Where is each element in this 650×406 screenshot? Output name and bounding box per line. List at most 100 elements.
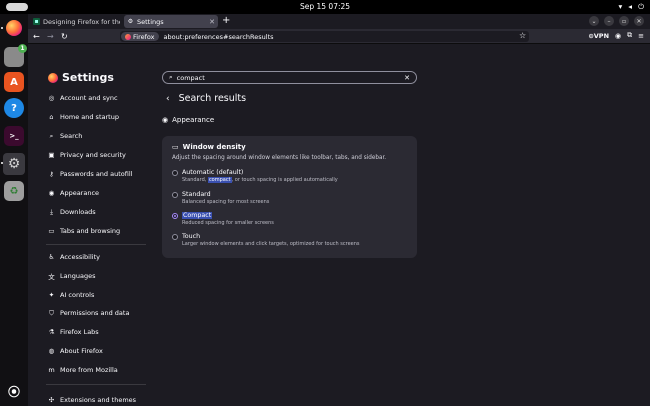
tab-bar: ▪ Designing Firefox for the ✕ ⚙ Settings…: [28, 14, 650, 29]
sidebar-item-tabs-and-browsing[interactable]: ▭ Tabs and browsing: [48, 227, 120, 235]
sidebar-item-about-firefox[interactable]: ◍ About Firefox: [48, 347, 103, 355]
sidebar-item-permissions-and-data[interactable]: ⛉ Permissions and data: [48, 309, 129, 318]
tab-title: Settings: [137, 17, 164, 26]
sidebar-item-more-from-mozilla[interactable]: m More from Mozilla: [48, 366, 118, 374]
sidebar-item-appearance[interactable]: ◉ Appearance: [48, 189, 99, 197]
firefox-dock-icon[interactable]: [4, 18, 24, 38]
extensions-icon[interactable]: ⧉: [627, 31, 632, 40]
site-favicon-icon: ▪: [33, 18, 40, 25]
sidebar-item-label: Accessibility: [60, 253, 100, 261]
window-density-description: Adjust the spacing around window element…: [172, 155, 387, 161]
sidebar-item-label: Passwords and autofill: [60, 170, 133, 178]
key-icon: ⚷: [49, 170, 54, 178]
radio-standard[interactable]: [172, 192, 178, 198]
radio-compact[interactable]: [172, 213, 178, 219]
tab-list-icon[interactable]: ⌄: [589, 16, 599, 26]
sidebar-item-extensions-and-themes[interactable]: ✣ Extensions and themes: [48, 396, 136, 404]
help-dock-icon[interactable]: ?: [4, 98, 24, 118]
settings-brand: Settings: [48, 71, 114, 84]
vpn-label: VPN: [593, 31, 610, 40]
translate-icon: 文: [48, 273, 55, 281]
sidebar-item-home-and-startup[interactable]: ⌂ Home and startup: [48, 113, 119, 121]
navigation-toolbar: ← → ↻ Firefox about:preferences#searchRe…: [28, 29, 650, 44]
radio-automatic[interactable]: [172, 170, 178, 176]
firefox-icon: [125, 33, 131, 40]
density-option-automatic[interactable]: Automatic (default) Standard, compact, o…: [172, 169, 338, 183]
sidebar-item-downloads[interactable]: ⤓ Downloads: [48, 208, 96, 217]
identity-box[interactable]: Firefox: [121, 32, 159, 41]
sidebar-item-privacy-and-security[interactable]: ▣ Privacy and security: [48, 151, 126, 159]
settings-dock-icon[interactable]: ⚙: [3, 153, 25, 175]
system-top-bar: Sep 15 07:25 ▾ ◂ ⏻: [0, 0, 650, 14]
minimize-icon[interactable]: –: [604, 16, 614, 26]
density-option-standard[interactable]: Standard Balanced spacing for most scree…: [172, 191, 269, 205]
sidebar-item-languages[interactable]: 文 Languages: [48, 272, 95, 281]
settings-search-input[interactable]: ⌕ compact ✕: [162, 71, 417, 84]
files-badge: 1: [18, 44, 27, 53]
back-chevron-icon[interactable]: ‹: [166, 94, 170, 104]
home-icon: ⌂: [49, 113, 54, 121]
new-tab-button[interactable]: +: [222, 15, 230, 27]
option-description: Reduced spacing for smaller screens: [182, 220, 274, 226]
window-density-title: ▭ Window density: [172, 143, 246, 151]
sidebar-item-ai-controls[interactable]: ✦ AI controls: [48, 291, 95, 299]
back-arrow-icon[interactable]: ←: [33, 30, 40, 43]
section-appearance: ◉ Appearance: [162, 116, 214, 124]
sidebar-item-accessibility[interactable]: ♿ Accessibility: [48, 253, 100, 261]
sidebar-item-label: Extensions and themes: [60, 396, 137, 404]
results-header: ‹ Search results: [166, 93, 246, 104]
sidebar-item-account-and-sync[interactable]: ◎ Account and sync: [48, 94, 118, 102]
account-icon[interactable]: ◉: [615, 32, 621, 40]
toolbar-right: ⊙VPN ◉ ⧉ ≡: [588, 31, 644, 40]
show-apps-icon[interactable]: ⦿: [4, 381, 24, 401]
option-description: Balanced spacing for most screens: [182, 199, 270, 205]
search-icon: ⌕: [49, 131, 54, 140]
close-window-icon[interactable]: ✕: [634, 16, 644, 26]
files-dock-icon[interactable]: 1: [4, 44, 27, 67]
card-title-text: Window density: [182, 143, 246, 151]
tab-title: Designing Firefox for the: [43, 17, 120, 26]
reload-icon[interactable]: ↻: [61, 30, 68, 43]
sidebar-item-label: More from Mozilla: [60, 366, 118, 374]
search-value[interactable]: compact: [177, 74, 205, 82]
system-clock[interactable]: Sep 15 07:25: [0, 2, 650, 11]
gear-icon: ⚙: [127, 18, 134, 25]
forward-arrow-icon[interactable]: →: [47, 30, 54, 43]
radio-touch[interactable]: [172, 234, 178, 240]
sidebar-item-search[interactable]: ⌕ Search: [48, 131, 83, 141]
terminal-dock-icon[interactable]: >_: [4, 126, 24, 146]
clear-search-icon[interactable]: ✕: [404, 74, 410, 82]
option-description: Larger window elements and click targets…: [182, 241, 360, 247]
density-option-compact[interactable]: Compact Reduced spacing for smaller scre…: [172, 212, 274, 226]
volume-icon: ◂: [628, 2, 633, 11]
window-icon: ▭: [172, 143, 179, 151]
tab-settings[interactable]: ⚙ Settings ✕: [124, 15, 218, 28]
flask-icon: ⚗: [48, 328, 55, 336]
tab-designing-firefox[interactable]: ▪ Designing Firefox for the ✕: [30, 15, 120, 28]
sidebar-item-firefox-labs[interactable]: ⚗ Firefox Labs: [48, 328, 99, 336]
eye-icon: ◉: [48, 189, 55, 197]
bookmark-star-icon[interactable]: ☆: [519, 31, 526, 40]
sidebar-item-label: About Firefox: [60, 347, 103, 355]
vpn-button[interactable]: ⊙VPN: [588, 32, 609, 40]
firefox-icon: [48, 72, 58, 83]
option-description-part: , or touch spacing is applied automatica…: [231, 177, 338, 183]
close-tab-icon[interactable]: ✕: [209, 18, 215, 26]
sidebar-item-passwords-and-autofill[interactable]: ⚷ Passwords and autofill: [48, 170, 132, 178]
address-bar[interactable]: Firefox about:preferences#searchResults: [120, 31, 529, 42]
url-text[interactable]: about:preferences#searchResults: [164, 33, 274, 41]
settings-title: Settings: [62, 71, 114, 84]
window-density-card: ▭ Window density Adjust the spacing arou…: [162, 136, 417, 258]
sidebar-item-label: Privacy and security: [60, 151, 126, 159]
sparkle-icon: ✦: [48, 291, 55, 299]
identity-label: Firefox: [133, 32, 155, 41]
settings-sidebar: Settings ◎ Account and sync ⌂ Home and s…: [28, 45, 146, 406]
dock: 1 A ? >_ ⚙ ♻ ⦿: [0, 14, 28, 406]
menu-icon[interactable]: ≡: [638, 32, 644, 40]
app-center-dock-icon[interactable]: A: [4, 72, 24, 92]
maximize-icon[interactable]: ▫: [619, 16, 629, 26]
trash-dock-icon[interactable]: ♻: [4, 181, 24, 201]
system-tray[interactable]: ▾ ◂ ⏻: [619, 2, 644, 12]
density-option-touch[interactable]: Touch Larger window elements and click t…: [172, 233, 360, 247]
sidebar-item-label: Account and sync: [60, 94, 118, 102]
